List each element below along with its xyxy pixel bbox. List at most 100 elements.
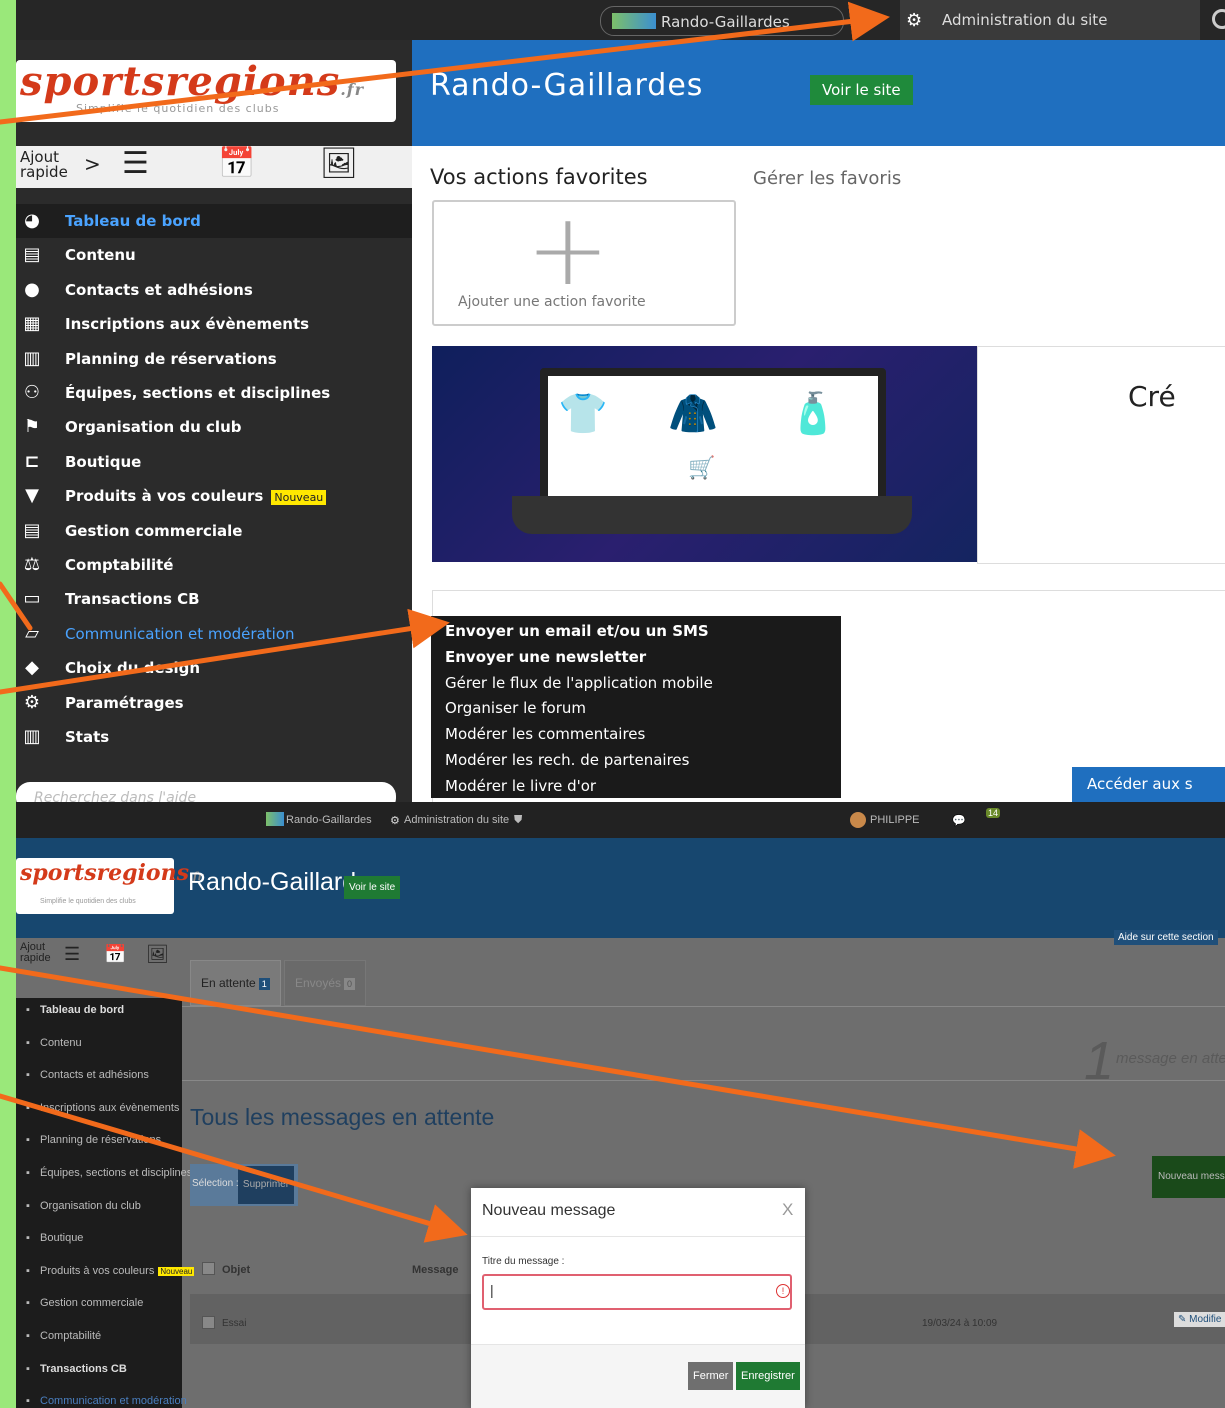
sidebar-item[interactable]: ▪ Transactions CB [16,1353,182,1385]
admin-site-link[interactable]: Administration du site [900,0,1200,40]
admin-site-link[interactable]: Administration du site [404,814,509,826]
row-objet: Essai [222,1318,247,1329]
new-message-button[interactable]: Nouveau messa [1152,1156,1225,1198]
sidebar-item[interactable]: ⚇ Équipes, sections et disciplines [16,376,412,410]
avatar[interactable] [850,812,866,828]
sidebar-item[interactable]: ▭ Transactions CB [16,582,412,616]
column-header-objet: Objet [222,1264,251,1276]
sidebar-item-label: Organisation du club [65,418,242,437]
sidebar-item[interactable]: ▼ Produits à vos couleurs Nouveau [16,479,412,513]
add-photo-icon[interactable]: 🖼 [320,146,358,181]
sidebar-item[interactable]: ▪ Contenu [16,1027,182,1059]
save-button[interactable]: Enregistrer [736,1362,800,1390]
sidebar-item[interactable]: ▪ Comptabilité [16,1320,182,1352]
submenu-item[interactable]: Gérer le flux de l'application mobile [445,674,713,692]
sidebar-item-label: Paramétrages [65,693,184,712]
sidebar-item[interactable]: ▤ Contenu [16,238,412,272]
access-button[interactable]: Accéder aux s [1072,767,1225,802]
sidebar-item[interactable]: ⚑ Organisation du club [16,410,412,444]
message-title-input[interactable] [482,1274,792,1310]
add-event-icon[interactable]: 📅 [104,944,126,965]
row-date: 19/03/24 à 10:09 [922,1318,998,1329]
menu-item-icon: ▪ [26,1004,30,1016]
add-event-icon[interactable]: 📅 [218,146,255,181]
menu-item-icon: ▪ [26,1264,30,1277]
sidebar-item-label: Communication et modération [65,624,295,643]
sidebar-item[interactable]: ▦ Inscriptions aux évènements [16,307,412,341]
edit-button[interactable]: ✎ Modifie [1174,1312,1225,1327]
menu-item-icon: ▪ [26,1330,30,1342]
pending-count: 1 [1084,1031,1115,1091]
team-icon: ⚇ [23,382,41,403]
user-name[interactable]: PHILIPPE [870,814,920,826]
sidebar-item[interactable]: ⚖ Comptabilité [16,548,412,582]
planning-icon: ▥ [23,347,41,369]
sidebar-item[interactable]: ● Contacts et adhésions [16,273,412,307]
select-all-checkbox[interactable] [202,1262,215,1275]
notification-badge[interactable]: 14 [986,808,1001,818]
sidebar-item[interactable]: ▪ Équipes, sections et disciplines [16,1157,192,1189]
text-caret: | [490,1282,494,1298]
row-checkbox[interactable] [202,1316,215,1329]
logo-tagline: Simplifie le quotidien des clubs [40,898,136,905]
tab-sent[interactable]: Envoyés 0 [284,960,367,1006]
divider [182,1006,1225,1007]
sidebar-item-label: Stats [65,728,110,746]
sidebar-item-label: Planning de réservations [65,349,277,368]
quick-add-label[interactable]: Ajout rapide [20,942,51,964]
sidebar-item-label: Équipes, sections et disciplines [65,384,331,402]
submenu-item[interactable]: Modérer le livre d'or [445,777,596,795]
sidebar-item-label: Produits à vos couleurs Nouveau [40,1264,195,1277]
submenu-item[interactable]: Modérer les commentaires [445,725,645,743]
sidebar-item[interactable]: ▤ Gestion commerciale [16,514,412,548]
sidebar-item[interactable]: ▪ Communication et modération [16,1385,187,1408]
tshirt-icon: 👕 [558,391,608,437]
close-icon[interactable]: X [782,1200,793,1220]
delete-button[interactable]: Supprimer [238,1166,294,1204]
manage-favorites-link[interactable]: Gérer les favoris [753,168,901,189]
sidebar-item-label: Comptabilité [65,556,174,574]
add-photo-icon[interactable]: 🖼 [146,944,169,965]
submenu-item[interactable]: Envoyer une newsletter [445,648,646,666]
toggle-icon[interactable] [1212,9,1225,29]
quick-add-label[interactable]: Ajout rapide [20,150,80,180]
close-button[interactable]: Fermer [688,1362,734,1390]
submenu-item[interactable]: Modérer les rech. de partenaires [445,751,689,769]
sidebar-item[interactable]: ⊏ Boutique [16,445,412,479]
sidebar-item[interactable]: ▪ Gestion commerciale [16,1287,182,1319]
sidebar-item[interactable]: ◆ Choix du design [16,651,412,685]
site-switcher[interactable]: Rando-Gaillardes [286,814,372,826]
chat-icon[interactable]: 💬 [952,814,966,827]
add-article-icon[interactable]: ☰ [122,146,149,181]
sidebar-item[interactable]: ▪ Produits à vos couleurs Nouveau [16,1255,195,1287]
view-site-button[interactable]: Voir le site [810,75,913,105]
add-article-icon[interactable]: ☰ [64,944,80,965]
sidebar-item[interactable]: ▱ Communication et modération [16,617,412,651]
tab-pending[interactable]: En attente 1 [190,960,281,1006]
sidebar-item[interactable]: ▥ Planning de réservations [16,342,412,376]
sidebar-item[interactable]: ▪ Boutique [16,1222,182,1254]
view-site-button[interactable]: Voir le site [344,876,401,899]
menu-item-icon: ▪ [26,1395,30,1408]
submenu-item[interactable]: Organiser le forum [445,699,586,717]
sidebar-item[interactable]: ▪ Contacts et adhésions [16,1059,182,1091]
sidebar-item[interactable]: ▪ Tableau de bord [16,994,182,1026]
invoice-icon: ▤ [23,519,41,541]
sidebar-item-label: Boutique [65,452,142,471]
sidebar-item[interactable]: ▥ Stats [16,720,412,754]
sidebar-item[interactable]: ▪ Organisation du club [16,1190,182,1222]
sidebar-item[interactable]: ▪ Planning de réservations [16,1124,182,1156]
submenu-item[interactable]: Envoyer un email et/ou un SMS [445,622,709,640]
sidebar-item-label: Tableau de bord [65,212,201,230]
help-section-button[interactable]: Aide sur cette section [1114,930,1218,945]
menu-item-icon: ▪ [26,1069,30,1082]
favorites-title: Vos actions favorites [430,165,648,189]
sidebar-item[interactable]: ⚙ Paramétrages [16,686,412,720]
sidebar-item-label: Planning de réservations [40,1134,162,1147]
sidebar-item[interactable]: ◕ Tableau de bord [16,204,412,238]
sidebar-item[interactable]: ▪ Inscriptions aux évènements [16,1092,182,1124]
sidebar-item-label: Boutique [40,1232,84,1245]
menu-item-icon: ▪ [26,1167,30,1179]
shield-icon[interactable]: ⛊ [514,814,522,827]
sidebar-item-label: Contacts et adhésions [65,280,253,299]
